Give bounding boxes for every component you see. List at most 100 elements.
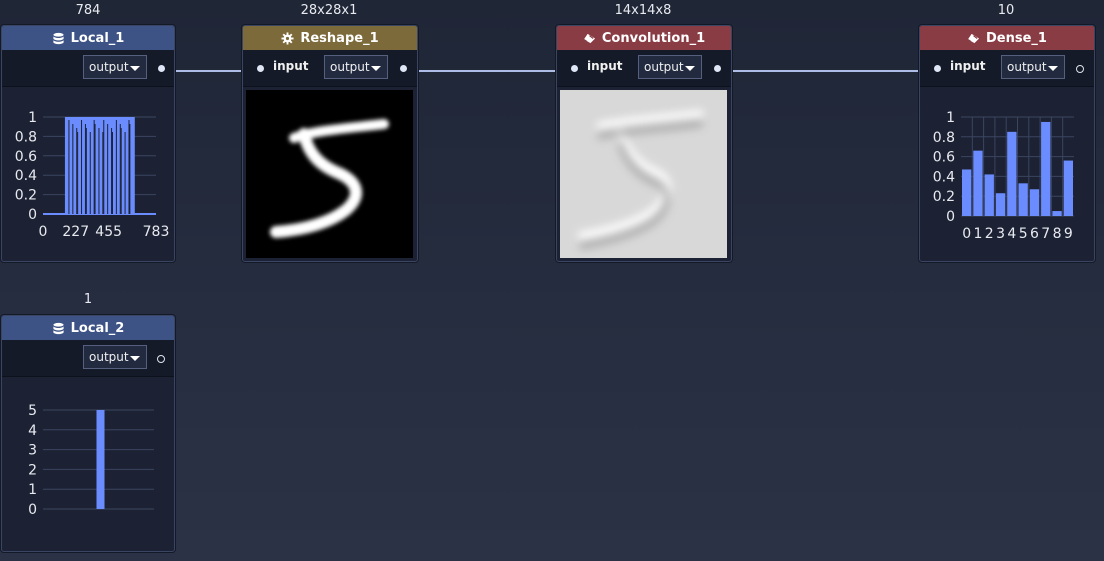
dense1-x-tick-label: 2 — [985, 226, 994, 242]
dense1-bar — [973, 150, 983, 216]
local1-y-tick-label: 0.4 — [15, 168, 37, 184]
connection-reshape1-conv1[interactable] — [404, 70, 574, 72]
local1-y-tick-label: 0 — [28, 207, 37, 223]
dense1-title: Dense_1 — [986, 30, 1047, 46]
local1-y-tick-label: 1 — [28, 110, 37, 126]
reshape1-header[interactable]: Reshape_1 — [243, 26, 417, 50]
local1-output-select[interactable]: output — [83, 55, 147, 79]
local2-title: Local_2 — [70, 320, 125, 336]
local1-shape-label: 784 — [75, 3, 101, 18]
local2-y-tick-label: 3 — [28, 443, 37, 459]
reshape1-output-label: output — [330, 60, 370, 74]
gear-icon — [281, 31, 294, 45]
local1-title: Local_1 — [70, 30, 125, 46]
local2-output-select[interactable]: output — [83, 345, 147, 369]
local1-ports: output — [2, 50, 174, 87]
local2-y-tick-label: 2 — [28, 462, 37, 478]
dense1-ports: input output — [920, 50, 1094, 87]
dense1-bar — [1041, 121, 1051, 216]
local2-y-tick-label: 5 — [28, 403, 37, 419]
local1-node[interactable]: Local_1 output 0 0.2 0.4 0.6 0.8 1 0 227 455 783 — [1, 25, 175, 262]
local2-y-tick-label: 0 — [28, 502, 37, 518]
local1-chart: 0 0.2 0.4 0.6 0.8 1 0 227 455 783 — [2, 87, 174, 261]
dense1-x-tick-label: 0 — [962, 226, 971, 242]
dense1-output-port[interactable] — [1076, 65, 1084, 73]
local1-histogram: 0 0.2 0.4 0.6 0.8 1 0 227 455 783 — [15, 110, 170, 240]
reshape1-output-port[interactable] — [400, 65, 407, 72]
dense1-output-select[interactable]: output — [1001, 55, 1065, 79]
dense1-bar-chart: 00.20.40.60.810 1 2 3 4 5 6 7 8 9 — [933, 110, 1074, 242]
dense1-chart: 0 0.2 0.4 0.6 0.8 1 0 1 2 3 4 5 6 7 8 9 — [920, 87, 1094, 261]
dense1-x-tick-label: 6 — [1030, 226, 1039, 242]
conv1-shape-label: 14x14x8 — [614, 3, 672, 18]
local1-y-tick-label: 0.8 — [15, 129, 37, 145]
chevron-down-icon — [130, 356, 140, 361]
dense1-bar — [962, 169, 972, 216]
dense1-bar — [995, 193, 1006, 216]
local1-output-label: output — [89, 60, 129, 74]
chevron-down-icon — [371, 66, 381, 71]
reshape1-ports: input output — [243, 50, 417, 87]
local1-y-tick-label: 0.6 — [15, 149, 37, 165]
conv1-output-select[interactable]: output — [638, 55, 702, 79]
dense1-y-tick-label: 0 — [946, 209, 955, 225]
conv1-input-port[interactable] — [571, 65, 578, 72]
dense1-bar — [984, 174, 994, 216]
local1-x-tick-label: 227 — [62, 224, 89, 240]
conv1-node[interactable]: Convolution_1 input output — [556, 25, 732, 262]
local1-header[interactable]: Local_1 — [2, 26, 174, 50]
dense1-x-tick-label: 5 — [1019, 226, 1028, 242]
chevron-down-icon — [1048, 66, 1058, 71]
dense1-input-port[interactable] — [934, 65, 941, 72]
local1-y-tick-label: 0.2 — [15, 188, 37, 204]
chevron-down-icon — [685, 66, 695, 71]
dense1-header[interactable]: Dense_1 — [920, 26, 1094, 50]
local2-bar-chart: 0 1 2 3 4 5 — [28, 403, 154, 518]
dense1-x-tick-label: 7 — [1041, 226, 1050, 242]
conv1-input-label: input — [587, 59, 623, 73]
dense1-bar — [1063, 160, 1073, 216]
local1-output-port[interactable] — [158, 65, 165, 72]
chevron-down-icon — [130, 66, 140, 71]
dense1-x-tick-label: 3 — [996, 226, 1005, 242]
reshape1-input-label: input — [273, 59, 309, 73]
reshape1-preview — [243, 87, 417, 261]
reshape1-node[interactable]: Reshape_1 input output — [242, 25, 418, 262]
dense1-x-tick-label: 8 — [1053, 226, 1062, 242]
dense1-bar — [1007, 131, 1017, 216]
reshape1-digit-image — [246, 90, 413, 258]
local2-header[interactable]: Local_2 — [2, 316, 174, 340]
dense1-x-tick-label: 4 — [1007, 226, 1016, 242]
dense1-bar — [1029, 189, 1040, 216]
dense1-y-tick-label: 0.4 — [933, 169, 955, 185]
local1-x-tick-label: 783 — [143, 224, 170, 240]
dense1-y-tick-label: 1 — [946, 110, 955, 126]
dense1-output-label: output — [1007, 60, 1047, 74]
local2-ports: output — [2, 340, 174, 377]
reshape1-input-port[interactable] — [257, 65, 264, 72]
conv1-output-port[interactable] — [714, 65, 721, 72]
dense1-shape-label: 10 — [997, 3, 1015, 18]
local2-output-label: output — [89, 350, 129, 364]
dense1-x-tick-label: 1 — [973, 226, 982, 242]
database-icon — [53, 322, 64, 334]
reshape1-shape-label: 28x28x1 — [300, 3, 358, 18]
conv1-output-label: output — [644, 60, 684, 74]
conv1-title: Convolution_1 — [601, 30, 706, 46]
conv1-header[interactable]: Convolution_1 — [557, 26, 731, 50]
dense1-bar — [1018, 183, 1028, 216]
reshape1-output-select[interactable]: output — [324, 55, 388, 79]
dense1-node[interactable]: Dense_1 input output 0 0.2 0.4 0.6 0.8 1 0 1 2 3 4… — [919, 25, 1095, 262]
local2-chart: 0 1 2 3 4 5 — [2, 377, 174, 551]
conv1-preview — [557, 87, 731, 261]
local2-shape-label: 1 — [83, 292, 93, 307]
eraser-icon — [967, 33, 980, 43]
dense1-bar — [1052, 211, 1062, 216]
local1-x-tick-label: 0 — [39, 224, 48, 240]
conv1-ports: input output — [557, 50, 731, 87]
reshape1-title: Reshape_1 — [300, 30, 379, 46]
local2-output-port[interactable] — [157, 355, 165, 363]
connection-conv1-dense1[interactable] — [718, 70, 936, 72]
local2-node[interactable]: Local_2 output 0 1 2 3 4 5 — [1, 315, 175, 552]
dense1-y-tick-label: 0.2 — [933, 189, 955, 205]
